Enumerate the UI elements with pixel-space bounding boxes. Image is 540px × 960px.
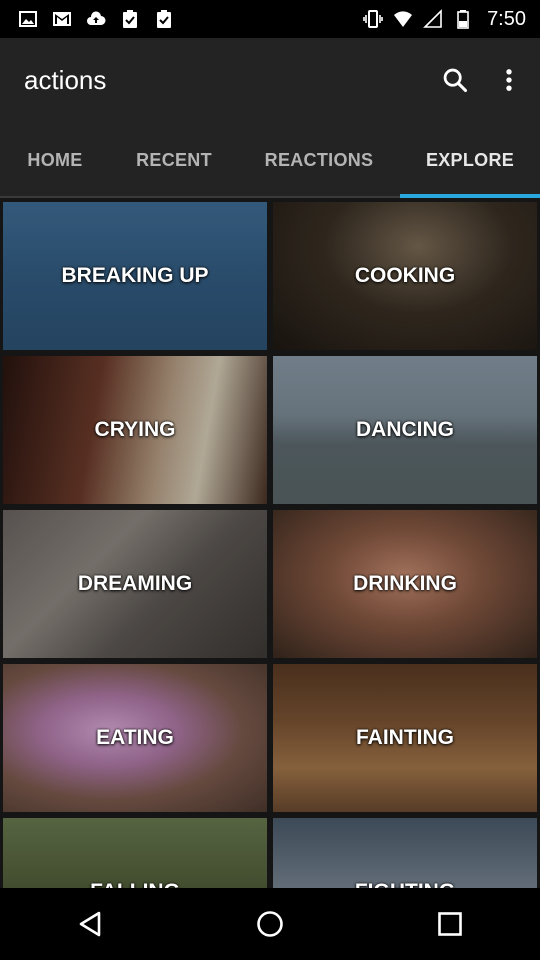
navigation-bar [0, 888, 540, 960]
wifi-icon [394, 11, 413, 27]
back-button[interactable] [45, 888, 135, 960]
clock: 7:50 [487, 7, 526, 30]
category-grid: BREAKING UP COOKING CRYING DANCING DREAM… [0, 200, 540, 888]
cloud-upload-icon [87, 11, 106, 25]
search-button[interactable] [428, 53, 482, 107]
notification-icons [0, 9, 174, 29]
tile-label: COOKING [354, 264, 456, 287]
category-tile-fighting[interactable]: FIGHTING [273, 818, 537, 888]
category-tile-dreaming[interactable]: DREAMING [3, 510, 267, 658]
category-tile-cooking[interactable]: COOKING [273, 202, 537, 350]
category-tile-dancing[interactable]: DANCING [273, 356, 537, 504]
tab-explore[interactable]: EXPLORE [400, 122, 540, 198]
category-tile-fainting[interactable]: FAINTING [273, 664, 537, 812]
vibrate-icon [363, 10, 383, 28]
tile-label: DREAMING [77, 572, 193, 595]
tile-overlay [273, 818, 537, 888]
tile-label: BREAKING UP [61, 264, 209, 287]
category-tile-crying[interactable]: CRYING [3, 356, 267, 504]
tile-label: FAINTING [356, 726, 454, 749]
page-title: actions [24, 64, 107, 95]
tab-bar: HOME RECENT REACTIONS EXPLORE [0, 122, 540, 198]
system-icons: 7:50 [363, 8, 540, 31]
tab-home[interactable]: HOME [0, 122, 110, 198]
screen: 7:50 actions HOME RECENT REACTIONS EXPLO… [0, 0, 540, 960]
more-vert-icon [506, 69, 512, 91]
back-icon [79, 911, 101, 937]
clipboard-check-icon [123, 10, 137, 28]
tile-label: FALLING [90, 880, 180, 888]
tab-reactions[interactable]: REACTIONS [238, 122, 400, 198]
recents-button[interactable] [405, 888, 495, 960]
app-bar: actions [0, 38, 540, 122]
clipboard-check-icon [157, 10, 171, 28]
category-tile-falling[interactable]: FALLING [3, 818, 267, 888]
app-actions [428, 53, 540, 107]
category-tile-drinking[interactable]: DRINKING [273, 510, 537, 658]
cell-signal-icon [423, 9, 442, 28]
home-icon [257, 911, 283, 937]
battery-icon [457, 10, 469, 29]
search-icon [443, 68, 468, 93]
status-bar: 7:50 [0, 0, 540, 38]
active-tab-indicator [400, 194, 540, 198]
category-tile-breaking-up[interactable]: BREAKING UP [3, 202, 267, 350]
tile-label: FIGHTING [355, 880, 455, 888]
image-icon [19, 11, 37, 27]
overflow-menu-button[interactable] [482, 53, 536, 107]
tile-label: EATING [96, 726, 174, 749]
tile-overlay [3, 818, 267, 888]
recents-icon [438, 912, 462, 936]
tile-label: DANCING [356, 418, 454, 441]
gmail-icon [53, 12, 71, 26]
tab-recent[interactable]: RECENT [110, 122, 238, 198]
tile-label: CRYING [94, 418, 176, 441]
home-button[interactable] [225, 888, 315, 960]
category-tile-eating[interactable]: EATING [3, 664, 267, 812]
tile-label: DRINKING [353, 572, 457, 595]
